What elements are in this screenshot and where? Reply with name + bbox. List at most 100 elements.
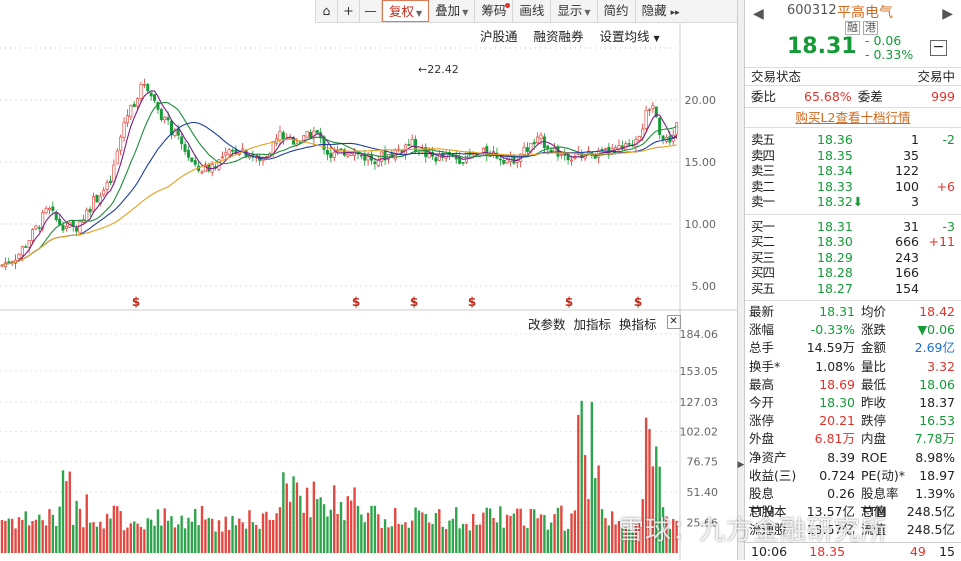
bid-row-1[interactable]: 买一 18.31 31 -3 (745, 219, 961, 235)
volume-bar (180, 515, 183, 553)
chips-button[interactable]: 筹码 (475, 0, 514, 22)
stat-label: 总值 (861, 504, 887, 520)
bid-row-5[interactable]: 买五 18.27 154 (745, 281, 961, 297)
margin-link[interactable]: 融资融券 (534, 26, 584, 45)
volume-bar (533, 509, 536, 553)
kline-chart[interactable]: 20.00 15.00 10.00 5.00 184.06 153.05 127.03 102… (0, 0, 737, 560)
volume-bar (475, 524, 478, 553)
zoom-in-icon[interactable]: + (338, 0, 360, 22)
chart-area[interactable]: 20.00 15.00 10.00 5.00 184.06 153.05 127.03 102… (0, 0, 740, 560)
peak-label: ←22.42 (418, 63, 459, 76)
volume-bar (407, 527, 410, 553)
volume-bar (133, 521, 136, 553)
status-value: 交易中 (917, 69, 955, 84)
simple-button[interactable]: 简约 (598, 0, 636, 22)
candle-body (193, 160, 197, 165)
add-indicator-button[interactable]: 加指标 (574, 314, 612, 333)
candle-body (410, 139, 414, 147)
volume-bar (295, 482, 299, 553)
dividend-marker: $ (410, 295, 418, 309)
ask-row-2[interactable]: 卖四 18.35 35 (745, 148, 961, 164)
close-icon[interactable]: ✕ (666, 315, 681, 329)
stat-value: 248.5亿 (906, 522, 955, 538)
overlay-button[interactable]: 叠加 ▼ (429, 0, 476, 22)
candle-body (85, 209, 89, 222)
ask-row-1[interactable]: 卖五 18.36 1 -2 (745, 132, 961, 148)
price-tick-label: 5.00 (692, 280, 717, 293)
bid-row-3[interactable]: 买三 18.29 243 (745, 250, 961, 266)
ratio-label: 委比 (751, 89, 777, 104)
volume-bar (665, 516, 668, 553)
hide-button[interactable]: 隐藏 ▸▸ (636, 0, 686, 22)
candle-body (458, 157, 462, 164)
candle-body (129, 105, 133, 118)
ma-settings-label: 设置均线 (599, 29, 650, 44)
buy-l2-link[interactable]: 购买L2查看十档行情 (745, 108, 961, 128)
volume-bar (95, 526, 99, 553)
indicator-bar: 改参数 加指标 换指标 ✕ (528, 314, 681, 333)
volume-bar (238, 518, 241, 553)
order-ratio-row: 委比 65.68% 委差 999 (745, 86, 961, 108)
candle-body (27, 240, 31, 248)
lock-icon[interactable]: ⌂ (316, 0, 338, 22)
candle-body (559, 153, 563, 156)
price-tick-label: 15.00 (685, 156, 717, 169)
next-stock-icon[interactable]: ▶ (942, 6, 953, 22)
candle-body (64, 226, 68, 230)
volume-bar (505, 514, 509, 553)
level-price: 18.32⬇ (817, 194, 864, 209)
level-label: 卖四 (751, 147, 775, 163)
ask-row-4[interactable]: 卖二 18.33 100 +6 (745, 179, 961, 195)
candle-body (376, 159, 380, 166)
switch-indicator-button[interactable]: 换指标 (619, 314, 657, 333)
volume-bar (543, 514, 546, 553)
candle-body (132, 103, 136, 108)
volume-bar (580, 400, 583, 553)
chart-subbar: 沪股通 融资融券 设置均线 ▼ (480, 26, 660, 45)
draw-line-button[interactable]: 画线 (513, 0, 552, 22)
candle-body (159, 108, 163, 121)
fuquan-button[interactable]: 复权 ▼ (382, 0, 430, 22)
panel-splitter[interactable] (737, 0, 745, 560)
prev-stock-icon[interactable]: ◀ (753, 6, 764, 22)
ma-settings-link[interactable]: 设置均线 ▼ (600, 26, 660, 45)
volume-bar (41, 520, 44, 553)
display-button[interactable]: 显示 ▼ (551, 0, 598, 22)
ma5-line (1, 90, 677, 266)
level-volume: 100 (895, 178, 919, 194)
volume-bar (38, 514, 41, 553)
candle-body (47, 208, 51, 211)
stat-value: -0.33% (810, 322, 855, 338)
volume-bar (536, 518, 539, 553)
hgt-link[interactable]: 沪股通 (480, 26, 518, 45)
bid-row-2[interactable]: 买二 18.30 666 +11 (745, 234, 961, 250)
chips-label: 筹码 (481, 3, 507, 18)
volume-bar (451, 518, 455, 553)
candle-body (139, 84, 143, 99)
edit-params-button[interactable]: 改参数 (528, 314, 566, 333)
candle-body (325, 149, 329, 155)
volume-bar (99, 521, 102, 553)
volume-bar (105, 513, 109, 553)
volume-tick-label: 51.40 (687, 486, 719, 499)
volume-bar (529, 508, 533, 553)
minimize-button[interactable]: − (930, 40, 947, 56)
ask-row-3[interactable]: 卖三 18.34 122 (745, 163, 961, 179)
volume-bar (292, 476, 295, 553)
stat-label: 量比 (861, 358, 887, 374)
collapse-arrow-icon[interactable]: ▶ (737, 460, 745, 470)
volume-bar (204, 519, 207, 553)
volume-bar (661, 507, 665, 553)
level-volume: 243 (895, 249, 919, 265)
ask-row-5[interactable]: 卖一 18.32⬇ 3 (745, 194, 961, 210)
volume-bar (556, 507, 560, 553)
stat-value: 2.69亿 (914, 340, 955, 356)
volume-bar (546, 529, 549, 553)
stat-value: 8.39 (827, 449, 855, 465)
candle-body (24, 246, 28, 248)
stat-label: 涨幅 (749, 322, 775, 338)
bid-row-4[interactable]: 买四 18.28 166 (745, 265, 961, 281)
zoom-out-icon[interactable]: — (360, 0, 382, 22)
volume-bar (17, 517, 21, 553)
double-arrow-icon: ▸▸ (670, 8, 680, 18)
